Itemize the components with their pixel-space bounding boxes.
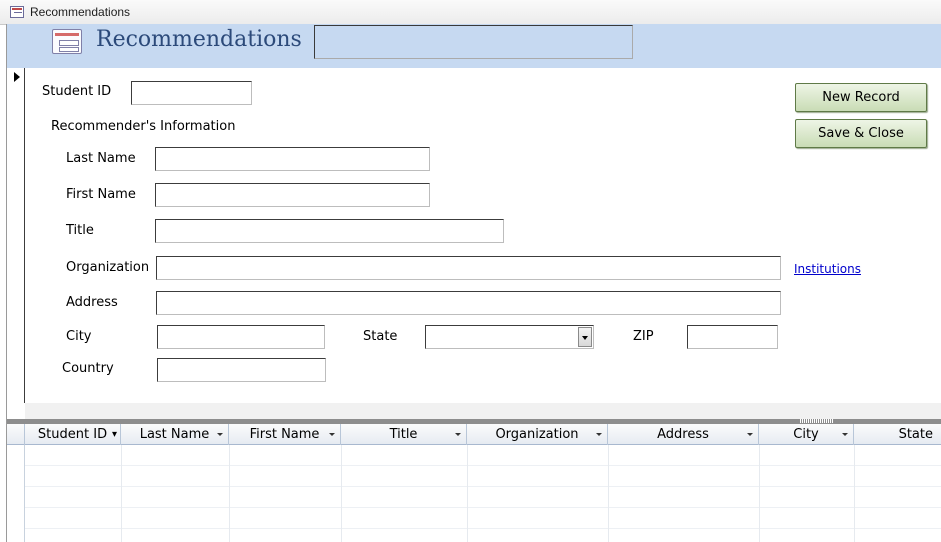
student-id-field[interactable] xyxy=(131,81,252,105)
grid-line xyxy=(759,445,760,542)
last-name-label: Last Name xyxy=(66,151,136,166)
country-label: Country xyxy=(62,361,114,376)
form-icon xyxy=(10,6,24,18)
first-name-label: First Name xyxy=(66,187,136,202)
address-field[interactable] xyxy=(156,291,781,315)
first-name-field[interactable] xyxy=(155,183,430,207)
grid-line xyxy=(854,445,855,542)
grid-line xyxy=(608,445,609,542)
save-close-button[interactable]: Save & Close xyxy=(795,119,927,148)
institutions-link[interactable]: Institutions xyxy=(794,262,861,276)
dropdown-arrow-icon[interactable] xyxy=(842,433,848,436)
column-header-organization[interactable]: Organization xyxy=(467,424,608,445)
title-field[interactable] xyxy=(155,219,504,243)
organization-field[interactable] xyxy=(156,256,781,280)
organization-label: Organization xyxy=(66,260,150,275)
current-record-arrow-icon xyxy=(14,72,20,82)
form-header-icon xyxy=(52,29,82,54)
dropdown-arrow-icon[interactable] xyxy=(747,433,753,436)
zip-field[interactable] xyxy=(687,325,778,349)
column-header-state[interactable]: State xyxy=(854,424,941,445)
dropdown-arrow-icon[interactable] xyxy=(329,433,335,436)
state-combo[interactable] xyxy=(425,325,594,349)
tab-title: Recommendations xyxy=(30,5,131,19)
zip-label: ZIP xyxy=(633,329,654,344)
student-id-label: Student ID xyxy=(42,84,112,99)
select-all-corner[interactable] xyxy=(7,424,25,445)
grid-line xyxy=(121,445,122,542)
dropdown-arrow-icon[interactable] xyxy=(455,433,461,436)
dropdown-arrow-icon[interactable] xyxy=(596,433,602,436)
dropdown-arrow-icon[interactable] xyxy=(217,433,223,436)
page-title: Recommendations xyxy=(96,27,302,52)
filter-icon[interactable]: ▾ xyxy=(112,424,117,445)
recommender-section-label: Recommender's Information xyxy=(51,119,236,134)
column-header-title[interactable]: Title xyxy=(341,424,467,445)
country-field[interactable] xyxy=(157,358,326,382)
column-header-address[interactable]: Address xyxy=(608,424,759,445)
city-label: City xyxy=(66,329,92,344)
grid-line xyxy=(341,445,342,542)
splitter-grip[interactable] xyxy=(800,419,834,423)
chevron-down-icon[interactable] xyxy=(578,327,592,347)
column-header-first-name[interactable]: First Name xyxy=(229,424,341,445)
grid-line xyxy=(229,445,230,542)
address-label: Address xyxy=(66,295,118,310)
form-tab[interactable] xyxy=(0,0,941,25)
datasheet-body[interactable] xyxy=(7,445,941,542)
new-record-button[interactable]: New Record xyxy=(795,83,927,112)
column-header-student-id[interactable]: Student ID ▾ xyxy=(25,424,121,445)
title-label: Title xyxy=(66,223,94,238)
column-header-city[interactable]: City xyxy=(759,424,854,445)
detail-section-bottom xyxy=(25,403,941,419)
city-field[interactable] xyxy=(157,325,325,349)
grid-line xyxy=(467,445,468,542)
header-textbox[interactable] xyxy=(314,25,633,59)
column-header-last-name[interactable]: Last Name xyxy=(121,424,229,445)
record-selector[interactable] xyxy=(7,68,25,403)
last-name-field[interactable] xyxy=(155,147,430,171)
state-label: State xyxy=(363,329,398,344)
datasheet-row-selectors[interactable] xyxy=(7,445,25,542)
